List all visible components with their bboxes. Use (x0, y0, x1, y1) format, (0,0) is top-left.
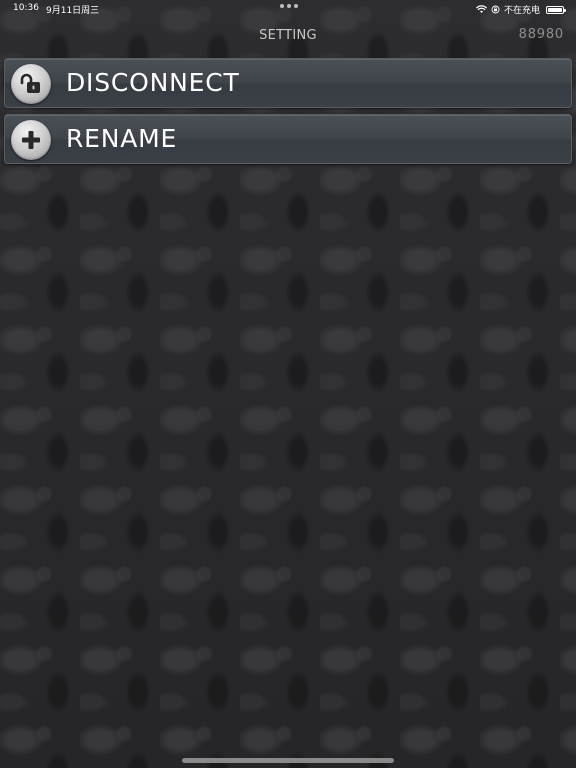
status-bar: 10:36 9月11日周三 不在充电 (0, 0, 576, 18)
orientation-lock-icon (491, 5, 500, 14)
multitasking-dots-icon[interactable] (280, 4, 298, 8)
page-title: SETTING (259, 28, 317, 43)
device-id-label: 88980 (518, 27, 564, 42)
wifi-icon (476, 5, 487, 13)
disconnect-label: DISCONNECT (66, 68, 240, 97)
battery-icon (546, 5, 566, 14)
status-date: 9月11日周三 (46, 6, 100, 16)
charging-status: 不在充电 (503, 6, 540, 16)
rename-label: RENAME (66, 124, 178, 153)
rename-button[interactable]: RENAME (4, 114, 572, 164)
status-time: 10:36 (13, 3, 39, 13)
unlocked-padlock-icon (11, 64, 51, 104)
plus-icon (11, 120, 51, 160)
disconnect-button[interactable]: DISCONNECT (4, 58, 572, 108)
home-indicator[interactable] (182, 758, 394, 763)
status-indicators: 不在充电 (476, 3, 566, 16)
